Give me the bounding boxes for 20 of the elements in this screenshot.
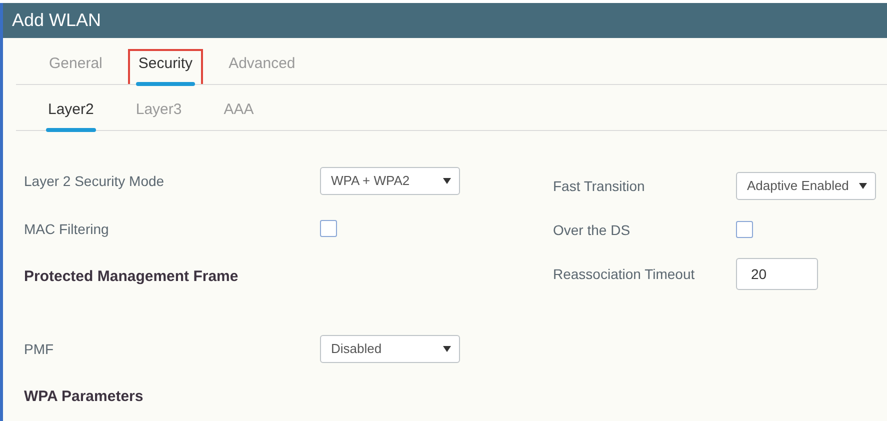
- caret-icon: [859, 182, 867, 189]
- caret-icon: [443, 178, 451, 184]
- checkbox[interactable]: [320, 220, 337, 238]
- field-label: MAC Filtering: [24, 220, 110, 237]
- dropdown[interactable]: Adaptive Enabled: [736, 172, 876, 200]
- field-label: Reassociation Timeout: [553, 266, 696, 282]
- field-label: Layer 2 Security Mode: [24, 172, 166, 189]
- field-label: PMF: [24, 340, 55, 357]
- input-field[interactable]: 20: [736, 258, 818, 290]
- field-label: Fast Transition: [553, 178, 646, 194]
- field-label: Over the DS: [553, 222, 632, 238]
- section-heading: WPA Parameters: [24, 388, 144, 406]
- tab[interactable]: Layer2: [38, 94, 104, 130]
- dropdown[interactable]: Disabled: [320, 334, 460, 363]
- window-title: Add WLAN: [12, 10, 102, 31]
- checkbox[interactable]: [736, 221, 753, 238]
- section-heading: Protected Management Frame: [24, 268, 240, 285]
- dropdown[interactable]: WPA + WPA2: [320, 166, 460, 195]
- tab[interactable]: Security: [128, 49, 203, 84]
- caret-icon: [443, 346, 451, 352]
